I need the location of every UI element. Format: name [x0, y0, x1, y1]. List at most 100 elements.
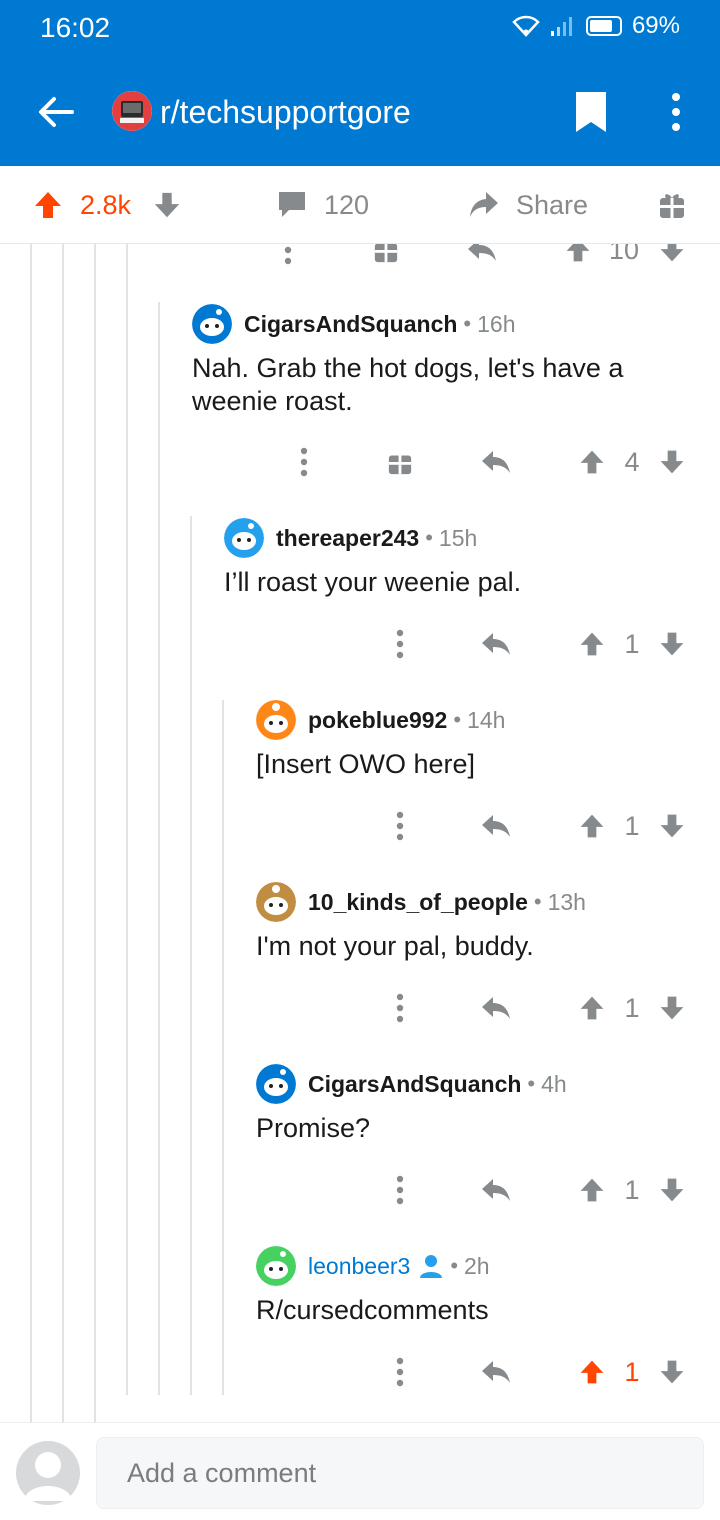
more-icon[interactable] — [382, 986, 418, 1030]
comment-time: 15h — [438, 524, 478, 551]
more-icon[interactable] — [286, 440, 322, 484]
comment-author[interactable]: leonbeer3 — [308, 1253, 410, 1280]
comment-author[interactable]: CigarsAndSquanch — [244, 311, 457, 338]
thread-line-3[interactable] — [94, 244, 96, 1422]
app-bar: 16:02 69% r/techsupportgore — [0, 0, 720, 166]
reply-icon[interactable] — [478, 1168, 514, 1212]
more-icon[interactable] — [382, 1350, 418, 1394]
comment-header: leonbeer3 • 2h — [256, 1246, 696, 1286]
comment-thread: 10 CigarsAndSquanch • 16h Nah. Grab the … — [0, 244, 720, 1422]
thread-line-5[interactable] — [158, 302, 160, 1395]
post-action-bar: 2.8k 120 Share — [0, 166, 720, 244]
comment: CigarsAndSquanch • 4h Promise? — [256, 1064, 696, 1145]
comment-author[interactable]: pokeblue992 — [308, 707, 447, 734]
comment-author[interactable]: 10_kinds_of_people — [308, 889, 528, 916]
comment-composer: Add a comment — [0, 1422, 720, 1520]
reply-icon[interactable] — [464, 244, 500, 272]
upvote-icon[interactable] — [574, 440, 610, 484]
back-arrow-icon[interactable] — [36, 92, 76, 132]
comment-body: [Insert OWO here] — [256, 749, 476, 779]
post-downvote-button[interactable] — [152, 166, 182, 244]
downvote-icon[interactable] — [654, 1350, 690, 1394]
downvote-arrow-icon — [154, 192, 180, 218]
reply-icon[interactable] — [478, 1350, 514, 1394]
comment: leonbeer3 • 2h R/cursedcomments — [256, 1246, 696, 1327]
reply-icon[interactable] — [478, 440, 514, 484]
comment: 10_kinds_of_people • 13h I'm not your pa… — [256, 882, 696, 963]
more-icon[interactable] — [382, 804, 418, 848]
comment-score: 1 — [624, 992, 640, 1023]
thread-line-1[interactable] — [30, 244, 32, 1422]
more-icon[interactable] — [382, 1168, 418, 1212]
avatar[interactable] — [192, 304, 232, 344]
separator-dot: • — [533, 889, 542, 914]
post-comment-count: 120 — [324, 189, 370, 220]
post-upvote-button[interactable] — [32, 166, 64, 244]
downvote-icon[interactable] — [654, 440, 690, 484]
comment-header: pokeblue992 • 14h — [256, 700, 696, 740]
comment-actions: 4 — [270, 440, 710, 484]
user-avatar[interactable] — [16, 1441, 80, 1505]
upvote-icon[interactable] — [574, 804, 610, 848]
upvote-icon[interactable] — [574, 622, 610, 666]
downvote-icon[interactable] — [654, 804, 690, 848]
battery-icon — [585, 16, 622, 36]
upvote-arrow-icon — [35, 192, 61, 218]
gift-icon[interactable] — [368, 244, 404, 272]
upvote-icon[interactable] — [574, 986, 610, 1030]
separator-dot: • — [527, 1071, 536, 1096]
thread-line-2[interactable] — [62, 244, 64, 1422]
upvote-icon[interactable] — [560, 244, 596, 272]
battery-percent: 69% — [631, 12, 680, 39]
downvote-icon[interactable] — [654, 622, 690, 666]
avatar[interactable] — [256, 700, 296, 740]
comment-score: 10 — [608, 244, 640, 265]
comment-time: 4h — [541, 1070, 567, 1097]
reply-icon[interactable] — [478, 804, 514, 848]
post-comments-button[interactable] — [276, 166, 308, 244]
add-comment-input[interactable]: Add a comment — [96, 1437, 704, 1509]
gift-icon[interactable] — [382, 440, 418, 484]
comment-time: 13h — [547, 888, 586, 915]
thread-line-4[interactable] — [126, 244, 128, 1395]
comment-body: Promise? — [256, 1113, 371, 1143]
more-icon[interactable] — [270, 244, 306, 272]
post-award-button[interactable] — [658, 166, 686, 244]
subreddit-title[interactable]: r/techsupportgore — [160, 94, 411, 131]
downvote-icon[interactable] — [654, 986, 690, 1030]
avatar[interactable] — [256, 1064, 296, 1104]
comment: pokeblue992 • 14h [Insert OWO here] — [256, 700, 696, 781]
share-label: Share — [516, 189, 589, 220]
comment-body: I'm not your pal, buddy. — [256, 931, 534, 961]
avatar[interactable] — [224, 518, 264, 558]
thread-line-6[interactable] — [190, 516, 192, 1395]
comment-time: 2h — [464, 1252, 490, 1279]
subreddit-avatar[interactable] — [112, 91, 152, 131]
reply-icon[interactable] — [478, 986, 514, 1030]
more-icon[interactable] — [382, 622, 418, 666]
avatar[interactable] — [256, 1246, 296, 1286]
gift-icon — [660, 194, 684, 218]
comment-header: CigarsAndSquanch • 16h — [192, 304, 692, 344]
post-share-button[interactable]: Share — [468, 166, 588, 244]
reply-icon[interactable] — [478, 622, 514, 666]
signal-icon — [550, 17, 572, 36]
comment-author[interactable]: CigarsAndSquanch — [308, 1071, 521, 1098]
comment-header: 10_kinds_of_people • 13h — [256, 882, 696, 922]
comment-actions: 1 — [270, 986, 710, 1030]
thread-line-7[interactable] — [222, 700, 224, 1395]
downvote-icon[interactable] — [654, 244, 690, 272]
comment-score: 4 — [624, 446, 640, 477]
downvote-icon[interactable] — [654, 1168, 690, 1212]
upvote-icon[interactable] — [574, 1350, 610, 1394]
upvote-icon[interactable] — [574, 1168, 610, 1212]
comment-time: 16h — [477, 310, 516, 337]
comment-bubble-icon — [279, 192, 305, 217]
separator-dot: • — [463, 311, 472, 336]
comment-author[interactable]: thereaper243 — [276, 525, 419, 552]
comment-score: 1 — [624, 1356, 640, 1387]
bookmark-icon[interactable] — [572, 90, 610, 134]
comment-time: 14h — [467, 706, 506, 733]
more-options-icon[interactable] — [668, 92, 684, 132]
avatar[interactable] — [256, 882, 296, 922]
